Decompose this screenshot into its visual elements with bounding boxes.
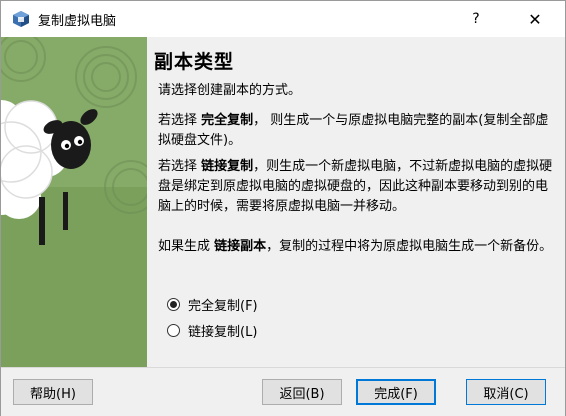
full-clone-prefix: 若选择 bbox=[158, 113, 202, 128]
linked-clone-description: 若选择 链接复制，则生成一个新虚拟电脑，不过新虚拟电脑的虚拟硬盘是绑定到原虚拟电… bbox=[158, 157, 558, 217]
radio-button-full[interactable] bbox=[167, 298, 180, 311]
full-clone-bold: 完全复制 bbox=[201, 113, 254, 128]
snapshot-suffix: ，复制的过程中将为原虚拟电脑生成一个新备份。 bbox=[266, 239, 553, 254]
intro-text-content: 请选择创建副本的方式。 bbox=[158, 83, 302, 98]
virtualbox-icon bbox=[13, 11, 29, 27]
radio-label-full[interactable]: 完全复制(F) bbox=[188, 295, 258, 314]
close-button[interactable]: ✕ bbox=[517, 5, 553, 33]
linked-clone-bold: 链接复制 bbox=[201, 159, 254, 174]
clone-vm-dialog: 复制虚拟电脑 ? ✕ 副本类型 请选择创建副本的方式。 若选择 完全复制， 则生… bbox=[0, 0, 566, 416]
title-bar: 复制虚拟电脑 ? ✕ bbox=[1, 1, 565, 37]
help-title-button[interactable]: ? bbox=[463, 5, 489, 33]
radio-label-linked[interactable]: 链接复制(L) bbox=[188, 321, 257, 340]
full-clone-description: 若选择 完全复制， 则生成一个与原虚拟电脑完整的副本(复制全部虚拟硬盘文件)。 bbox=[158, 111, 558, 151]
snapshot-prefix: 如果生成 bbox=[158, 239, 215, 254]
radio-full-clone[interactable]: 完全复制(F) bbox=[167, 295, 258, 314]
text-panel: 副本类型 请选择创建副本的方式。 若选择 完全复制， 则生成一个与原虚拟电脑完整… bbox=[147, 37, 565, 367]
back-button[interactable]: 返回(B) bbox=[262, 379, 342, 405]
radio-button-linked[interactable] bbox=[167, 324, 180, 337]
finish-button[interactable]: 完成(F) bbox=[356, 379, 436, 405]
button-bar: 帮助(H) 返回(B) 完成(F) 取消(C) bbox=[1, 367, 565, 416]
sheep-illustration bbox=[1, 37, 147, 367]
cancel-button[interactable]: 取消(C) bbox=[466, 379, 546, 405]
content-area: 副本类型 请选择创建副本的方式。 若选择 完全复制， 则生成一个与原虚拟电脑完整… bbox=[1, 37, 565, 367]
intro-text: 请选择创建副本的方式。 bbox=[158, 81, 558, 101]
snapshot-description: 如果生成 链接副本，复制的过程中将为原虚拟电脑生成一个新备份。 bbox=[158, 237, 558, 257]
help-button[interactable]: 帮助(H) bbox=[13, 379, 93, 405]
linked-clone-prefix: 若选择 bbox=[158, 159, 202, 174]
radio-linked-clone[interactable]: 链接复制(L) bbox=[167, 321, 257, 340]
snapshot-bold: 链接副本 bbox=[214, 239, 267, 254]
window-title: 复制虚拟电脑 bbox=[38, 13, 117, 29]
page-heading: 副本类型 bbox=[154, 51, 235, 73]
